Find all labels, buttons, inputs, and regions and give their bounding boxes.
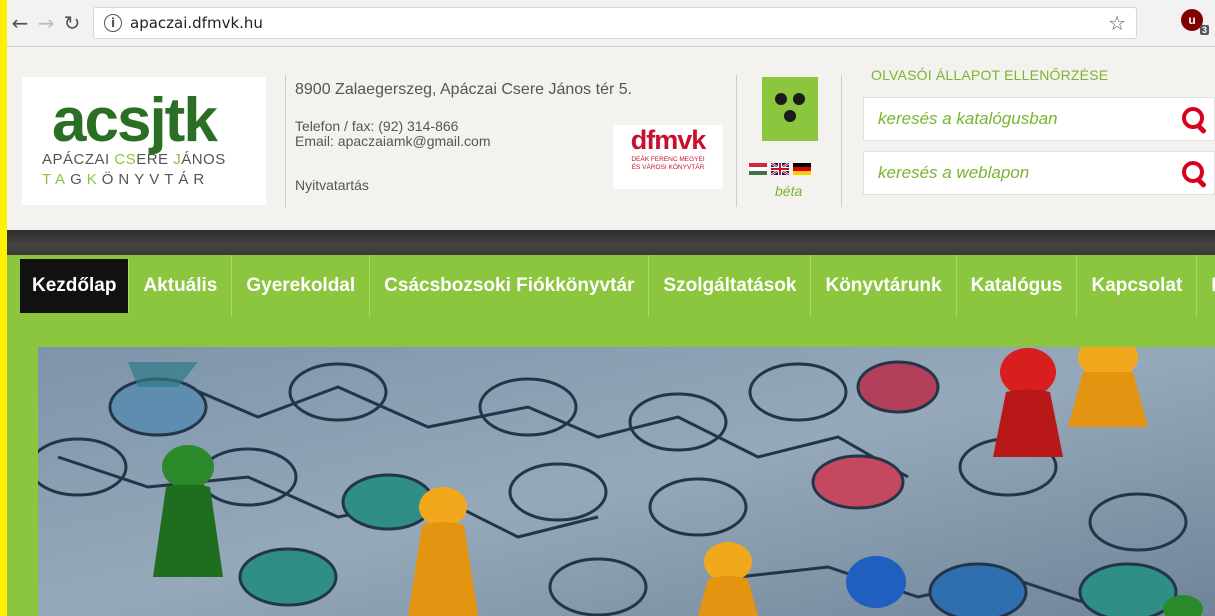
dot-icon — [793, 93, 805, 105]
partner-subtitle-1: DEÁK FERENC MEGYEI — [631, 156, 705, 163]
nav-item-catalog[interactable]: Katalógus — [957, 255, 1078, 317]
web-search — [863, 151, 1215, 195]
nav-item-our-library[interactable]: Könyvtárunk — [811, 255, 957, 317]
site-header: acsjtk APÁCZAI CSERE JÁNOS TAGKÖNYVTÁR 8… — [7, 47, 1215, 230]
logo-line-1: APÁCZAI CSERE JÁNOS — [42, 151, 226, 168]
board-game-image — [38, 347, 1215, 616]
forward-icon[interactable]: → — [33, 10, 59, 36]
address-bar[interactable]: i apaczai.dfmvk.hu ☆ — [93, 7, 1137, 39]
flag-de-icon[interactable] — [793, 163, 811, 175]
phone-text: Telefon / fax: (92) 314-866 — [295, 118, 459, 134]
accessibility-button[interactable] — [762, 77, 818, 141]
nav-item-home[interactable]: Kezdőlap — [20, 259, 130, 313]
search-icon[interactable] — [1180, 159, 1208, 189]
hero-image[interactable] — [38, 347, 1215, 616]
search-icon[interactable] — [1180, 105, 1208, 135]
catalog-search — [863, 97, 1215, 141]
browser-toolbar: ← → ↻ i apaczai.dfmvk.hu ☆ u 3 — [7, 0, 1215, 47]
library-address: 8900 Zalaegerszeg, Apáczai Csere János t… — [295, 81, 633, 98]
nav-item-contact[interactable]: Kapcsolat — [1077, 255, 1198, 317]
dot-icon — [775, 93, 787, 105]
nav-item-dfmvk[interactable]: DFMVK — [1197, 255, 1215, 317]
reader-status-link[interactable]: OLVASÓI ÁLLAPOT ELLENŐRZÉSE — [871, 67, 1108, 83]
dot-icon — [784, 110, 796, 122]
nav-bottom-band — [7, 317, 1215, 335]
divider — [841, 75, 842, 207]
email-text[interactable]: Email: apaczaiamk@gmail.com — [295, 134, 491, 149]
contact-info: Telefon / fax: (92) 314-866 Email: apacz… — [295, 119, 491, 149]
site-logo[interactable]: acsjtk APÁCZAI CSERE JÁNOS TAGKÖNYVTÁR — [22, 77, 266, 205]
logo-line-2: TAGKÖNYVTÁR — [42, 171, 210, 188]
reload-icon[interactable]: ↻ — [59, 10, 85, 36]
web-search-input[interactable] — [876, 162, 1170, 184]
divider — [285, 75, 286, 207]
extension-letter: u — [1188, 13, 1196, 27]
opening-hours-link[interactable]: Nyitvatartás — [295, 177, 369, 193]
info-icon[interactable]: i — [104, 14, 122, 32]
nav-item-services[interactable]: Szolgáltatások — [649, 255, 812, 317]
back-icon[interactable]: ← — [7, 10, 33, 36]
extension-icon[interactable]: u 3 — [1181, 9, 1209, 35]
flag-uk-icon[interactable] — [771, 163, 789, 175]
catalog-search-input[interactable] — [876, 108, 1170, 130]
window-frame — [0, 0, 7, 616]
extension-badge: 3 — [1199, 25, 1209, 35]
nav-item-kids[interactable]: Gyerekoldal — [232, 255, 371, 317]
beta-label: béta — [775, 183, 803, 199]
nav-item-news[interactable]: Aktuális — [129, 255, 233, 317]
language-selector — [749, 163, 811, 175]
nav-item-branch-library[interactable]: Csácsbozsoki Fiókkönyvtár — [370, 255, 650, 317]
partner-logo[interactable]: dfmvk DEÁK FERENC MEGYEI ÉS VÁROSI KÖNYV… — [613, 125, 723, 189]
partner-wordmark: dfmvk — [630, 125, 707, 155]
flag-hu-icon[interactable] — [749, 163, 767, 175]
url-text[interactable]: apaczai.dfmvk.hu — [130, 14, 263, 32]
logo-wordmark: acsjtk — [52, 86, 218, 155]
partner-subtitle-2: ÉS VÁROSI KÖNYVTÁR — [631, 164, 705, 171]
main-nav: Kezdőlap Aktuális Gyerekoldal Csácsbozso… — [7, 255, 1215, 317]
divider — [736, 75, 737, 207]
star-icon[interactable]: ☆ — [1108, 11, 1126, 35]
header-banner-strip — [7, 230, 1215, 255]
